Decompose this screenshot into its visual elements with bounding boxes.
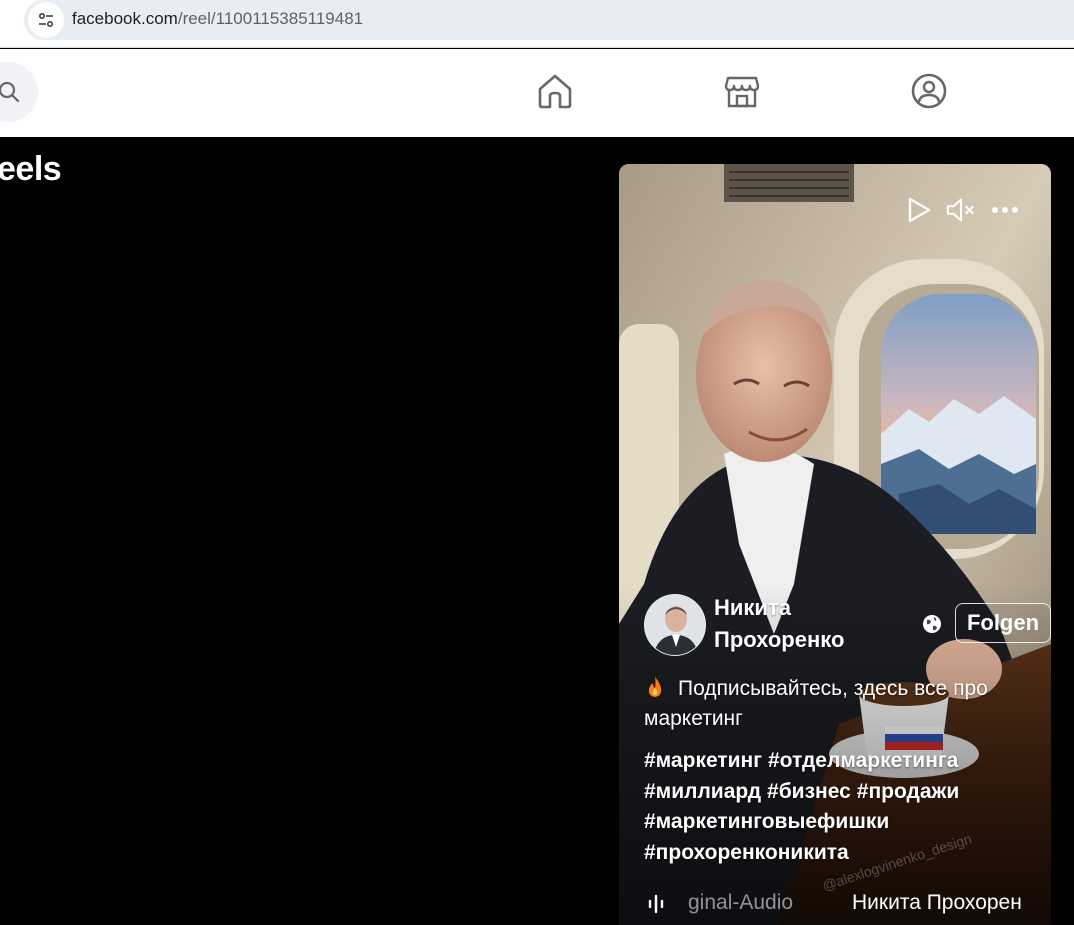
volume-muted-icon	[946, 198, 974, 222]
reels-main: eels Никита Прохоренко Folgen Подписывай…	[0, 137, 1074, 925]
search-button[interactable]	[0, 62, 38, 122]
facebook-top-nav	[0, 49, 1074, 137]
more-options-button[interactable]	[989, 194, 1021, 226]
audio-artist[interactable]: Никита Прохорен	[852, 891, 1042, 915]
play-button[interactable]	[903, 194, 935, 226]
fire-icon	[644, 676, 666, 698]
play-icon	[908, 197, 931, 223]
marketplace-icon	[724, 76, 760, 108]
hashtag-link[interactable]: #отделмаркетинга	[768, 749, 958, 772]
marketplace-tab[interactable]	[722, 71, 762, 111]
hashtag-link[interactable]: #бизнес	[767, 780, 851, 803]
author-name[interactable]: Никита Прохоренко	[714, 592, 914, 656]
groups-icon	[911, 73, 947, 109]
hashtag-link[interactable]: #продажи	[857, 780, 960, 803]
globe-icon	[921, 613, 943, 635]
groups-tab[interactable]	[909, 71, 949, 111]
reel-video-card[interactable]: Никита Прохоренко Folgen Подписывайтесь,…	[619, 164, 1051, 925]
follow-button[interactable]: Folgen	[955, 603, 1051, 643]
mute-button[interactable]	[945, 194, 977, 226]
browser-address-bar: facebook.com/reel/1100115385119481	[0, 0, 1074, 48]
home-tab[interactable]	[535, 71, 575, 111]
hashtag-list: #маркетинг #отделмаркетинга #миллиард #биз…	[644, 746, 1039, 868]
search-icon	[0, 81, 20, 103]
site-info-icon[interactable]	[28, 2, 64, 38]
reel-caption: Подписывайтесь, здесь все про маркетинг	[644, 674, 1039, 734]
hashtag-link[interactable]: #маркетинговыефишки	[644, 810, 889, 833]
page-title: eels	[0, 150, 62, 188]
url-text[interactable]: facebook.com/reel/1100115385119481	[72, 9, 363, 29]
hashtag-link[interactable]: #прохоренконикита	[644, 841, 849, 864]
more-dots-icon	[992, 207, 1018, 213]
audio-row[interactable]: ginal-Audio Никита Прохорен	[644, 889, 1044, 919]
home-icon	[538, 74, 572, 109]
hashtag-link[interactable]: #маркетинг	[644, 749, 762, 772]
audio-waveform-icon	[648, 894, 664, 914]
audio-title[interactable]: ginal-Audio	[688, 891, 838, 915]
hashtag-link[interactable]: #миллиард	[644, 780, 761, 803]
url-path: /reel/1100115385119481	[177, 9, 364, 28]
caption-text: Подписывайтесь, здесь все про маркетинг	[644, 677, 988, 730]
url-domain: facebook.com	[72, 9, 178, 28]
author-avatar[interactable]	[644, 594, 706, 656]
